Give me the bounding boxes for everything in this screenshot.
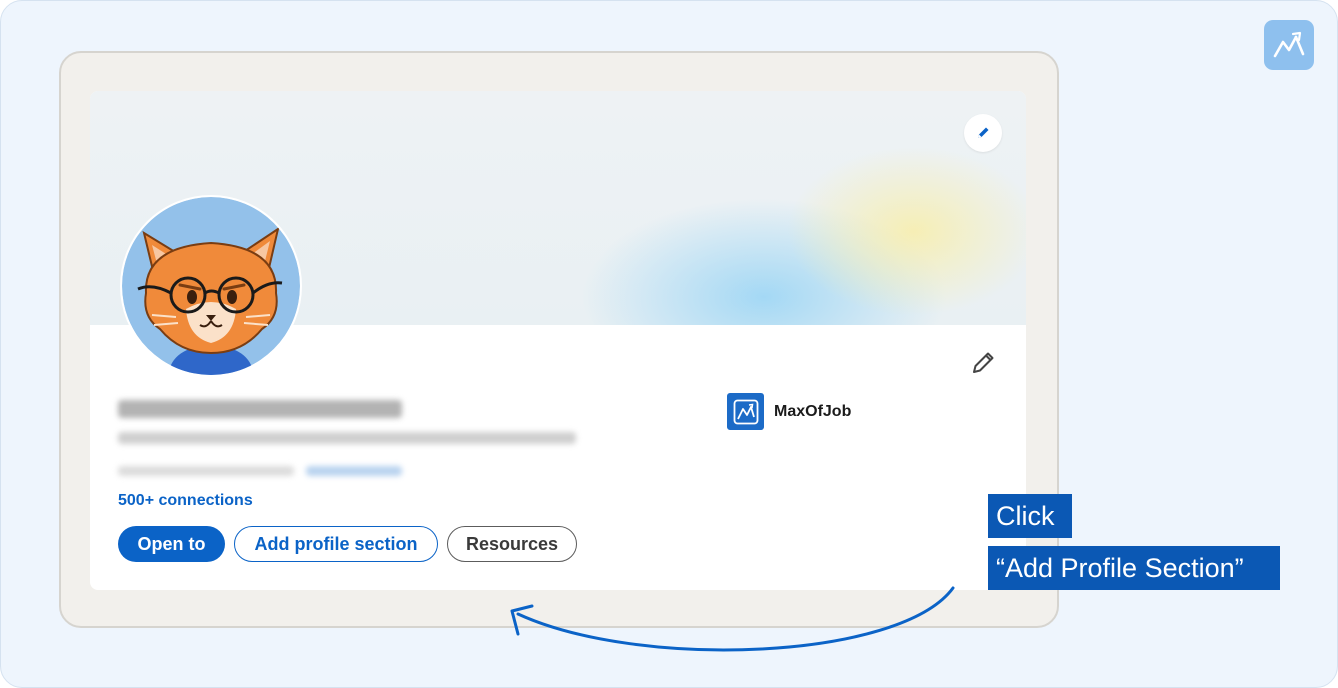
pencil-icon — [973, 352, 994, 373]
company-name: MaxOfJob — [774, 402, 852, 420]
pencil-icon — [978, 127, 989, 138]
name-redacted — [118, 400, 402, 418]
company-link[interactable]: MaxOfJob — [727, 393, 851, 430]
edit-banner-button[interactable] — [964, 114, 1002, 152]
add-profile-section-button[interactable]: Add profile section — [234, 526, 438, 562]
brand-badge — [1264, 20, 1314, 70]
callout-target: “Add Profile Section” — [988, 546, 1280, 590]
headline-redacted — [118, 432, 576, 444]
avatar[interactable] — [120, 195, 302, 377]
mountain-chart-icon — [1273, 31, 1305, 58]
connections-link[interactable]: 500+ connections — [118, 492, 253, 510]
cat-avatar-icon — [122, 197, 300, 375]
callout-click: Click — [988, 494, 1072, 538]
location-redacted — [118, 466, 294, 476]
contact-info-redacted — [306, 466, 402, 476]
maxofjob-logo-icon — [727, 393, 764, 430]
open-to-button[interactable]: Open to — [118, 526, 225, 562]
edit-intro-button[interactable] — [970, 348, 998, 376]
resources-button[interactable]: Resources — [447, 526, 577, 562]
